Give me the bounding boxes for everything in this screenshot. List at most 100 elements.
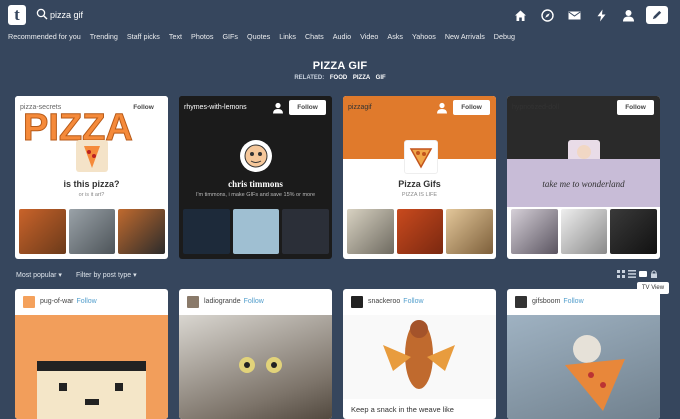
follow-button[interactable]: Follow <box>289 100 326 115</box>
thumbnail[interactable] <box>68 209 116 254</box>
blog-description: PIZZA IS LIFE <box>401 192 438 198</box>
tab-audio[interactable]: Audio <box>333 32 351 41</box>
tab-links[interactable]: Links <box>279 32 296 41</box>
post-image[interactable] <box>15 315 168 419</box>
thumbnail[interactable] <box>282 209 330 254</box>
thumbnail[interactable] <box>118 209 166 254</box>
person-icon[interactable] <box>615 6 642 24</box>
avatar[interactable] <box>23 296 35 308</box>
tv-view-icon[interactable] <box>639 270 647 278</box>
person-icon <box>437 102 447 114</box>
blog-card[interactable]: pizzagif Follow Pizza Gifs PIZZA IS LIFE <box>343 96 496 259</box>
post-card[interactable]: snackeroo Follow Keep a snack in the weav… <box>343 289 496 419</box>
home-icon[interactable] <box>507 6 534 24</box>
thumbnail[interactable] <box>347 209 394 254</box>
blog-thumbnails <box>511 209 658 254</box>
mail-icon[interactable] <box>561 6 588 24</box>
page-title: PIZZA GIF <box>312 60 368 72</box>
avatar[interactable] <box>76 140 108 172</box>
blog-thumbnails <box>19 209 166 254</box>
lock-icon[interactable] <box>650 270 658 278</box>
post-card[interactable]: ladiogrande Follow <box>179 289 332 419</box>
blog-name[interactable]: pizzagif <box>348 104 372 111</box>
sort-label: Most popular <box>16 272 57 279</box>
tab-chats[interactable]: Chats <box>305 32 324 41</box>
pencil-icon <box>652 10 662 20</box>
post-follow-link[interactable]: Follow <box>244 298 264 305</box>
thumbnail[interactable] <box>610 209 658 254</box>
post-image[interactable] <box>343 315 496 399</box>
follow-button[interactable]: Follow <box>617 100 654 115</box>
tab-recommended[interactable]: Recommended for you <box>8 32 81 41</box>
post-follow-link[interactable]: Follow <box>403 298 423 305</box>
tab-photos[interactable]: Photos <box>191 32 213 41</box>
thumbnail[interactable] <box>560 209 608 254</box>
tab-video[interactable]: Video <box>360 32 378 41</box>
related-tag-pizza[interactable]: PIZZA <box>353 75 370 81</box>
search-icon <box>36 8 48 20</box>
tab-staff-picks[interactable]: Staff picks <box>127 32 160 41</box>
blog-card[interactable]: PIZZA pizza-secrets Follow is this pizza… <box>15 96 168 259</box>
lightning-icon[interactable] <box>588 6 615 24</box>
tab-gifs[interactable]: GIFs <box>222 32 238 41</box>
related-tag-food[interactable]: FOOD <box>330 75 347 81</box>
post-author[interactable]: gifsboom <box>532 298 560 305</box>
grid-view-icon[interactable] <box>617 270 625 278</box>
post-image[interactable] <box>179 315 332 419</box>
tab-new-arrivals[interactable]: New Arrivals <box>445 32 485 41</box>
blog-name[interactable]: pizza-secrets <box>20 104 61 111</box>
post-author[interactable]: pug-of-war <box>40 298 73 305</box>
blog-title: Pizza Gifs <box>398 179 441 189</box>
post-header: pug-of-war Follow <box>15 289 168 315</box>
blog-name[interactable]: hypnotized-doll <box>512 104 559 111</box>
thumbnail[interactable] <box>183 209 230 254</box>
thumbnail[interactable] <box>232 209 280 254</box>
tab-debug[interactable]: Debug <box>494 32 515 41</box>
avatar[interactable] <box>351 296 363 308</box>
avatar[interactable] <box>404 140 438 174</box>
thumbnail[interactable] <box>446 209 494 254</box>
sort-dropdown[interactable]: Most popular ▾ <box>16 271 62 279</box>
nav-icons <box>507 6 668 24</box>
related-tags: RELATED: FOOD PIZZA GIF <box>0 75 680 81</box>
post-blog-name: pug-of-war Follow <box>40 298 97 305</box>
post-follow-link[interactable]: Follow <box>563 298 583 305</box>
follow-button[interactable]: Follow <box>125 100 162 115</box>
compose-button[interactable] <box>646 6 668 24</box>
blog-title: is this pizza? <box>63 179 120 189</box>
person-icon <box>273 102 283 114</box>
related-label: RELATED: <box>294 75 325 81</box>
post-header: ladiogrande Follow <box>179 289 332 315</box>
thumbnail[interactable] <box>511 209 558 254</box>
tumblr-logo[interactable]: t <box>8 5 26 25</box>
post-card[interactable]: pug-of-war Follow <box>15 289 168 419</box>
thumbnail[interactable] <box>396 209 444 254</box>
tab-asks[interactable]: Asks <box>387 32 403 41</box>
avatar[interactable] <box>515 296 527 308</box>
post-author[interactable]: snackeroo <box>368 298 400 305</box>
tab-yahoos[interactable]: Yahoos <box>412 32 436 41</box>
blog-card[interactable]: hypnotized-doll Follow take me to wonder… <box>507 96 660 259</box>
tab-trending[interactable]: Trending <box>90 32 118 41</box>
search-input[interactable] <box>50 7 210 23</box>
filter-label: Filter by post type <box>75 272 132 279</box>
post-image[interactable] <box>507 315 660 419</box>
tab-quotes[interactable]: Quotes <box>247 32 270 41</box>
avatar[interactable] <box>187 296 199 308</box>
post-type-filter[interactable]: Filter by post type ▾ <box>76 271 137 279</box>
blog-name[interactable]: rhymes-with-lemons <box>184 104 247 111</box>
follow-button[interactable]: Follow <box>453 100 490 115</box>
thumbnail[interactable] <box>19 209 66 254</box>
post-card[interactable]: gifsboom Follow <box>507 289 660 419</box>
top-bar: t <box>0 0 680 30</box>
tab-text[interactable]: Text <box>169 32 182 41</box>
post-author[interactable]: ladiogrande <box>204 298 241 305</box>
blog-card[interactable]: rhymes-with-lemons Follow chris timmons … <box>179 96 332 259</box>
related-tag-gif[interactable]: GIF <box>376 75 386 81</box>
post-follow-link[interactable]: Follow <box>76 298 96 305</box>
post-blog-name: snackeroo Follow <box>368 298 424 305</box>
post-filters: Most popular ▾ Filter by post type ▾ <box>16 271 137 279</box>
avatar[interactable] <box>240 140 272 172</box>
compass-icon[interactable] <box>534 6 561 24</box>
list-view-icon[interactable] <box>628 270 636 278</box>
